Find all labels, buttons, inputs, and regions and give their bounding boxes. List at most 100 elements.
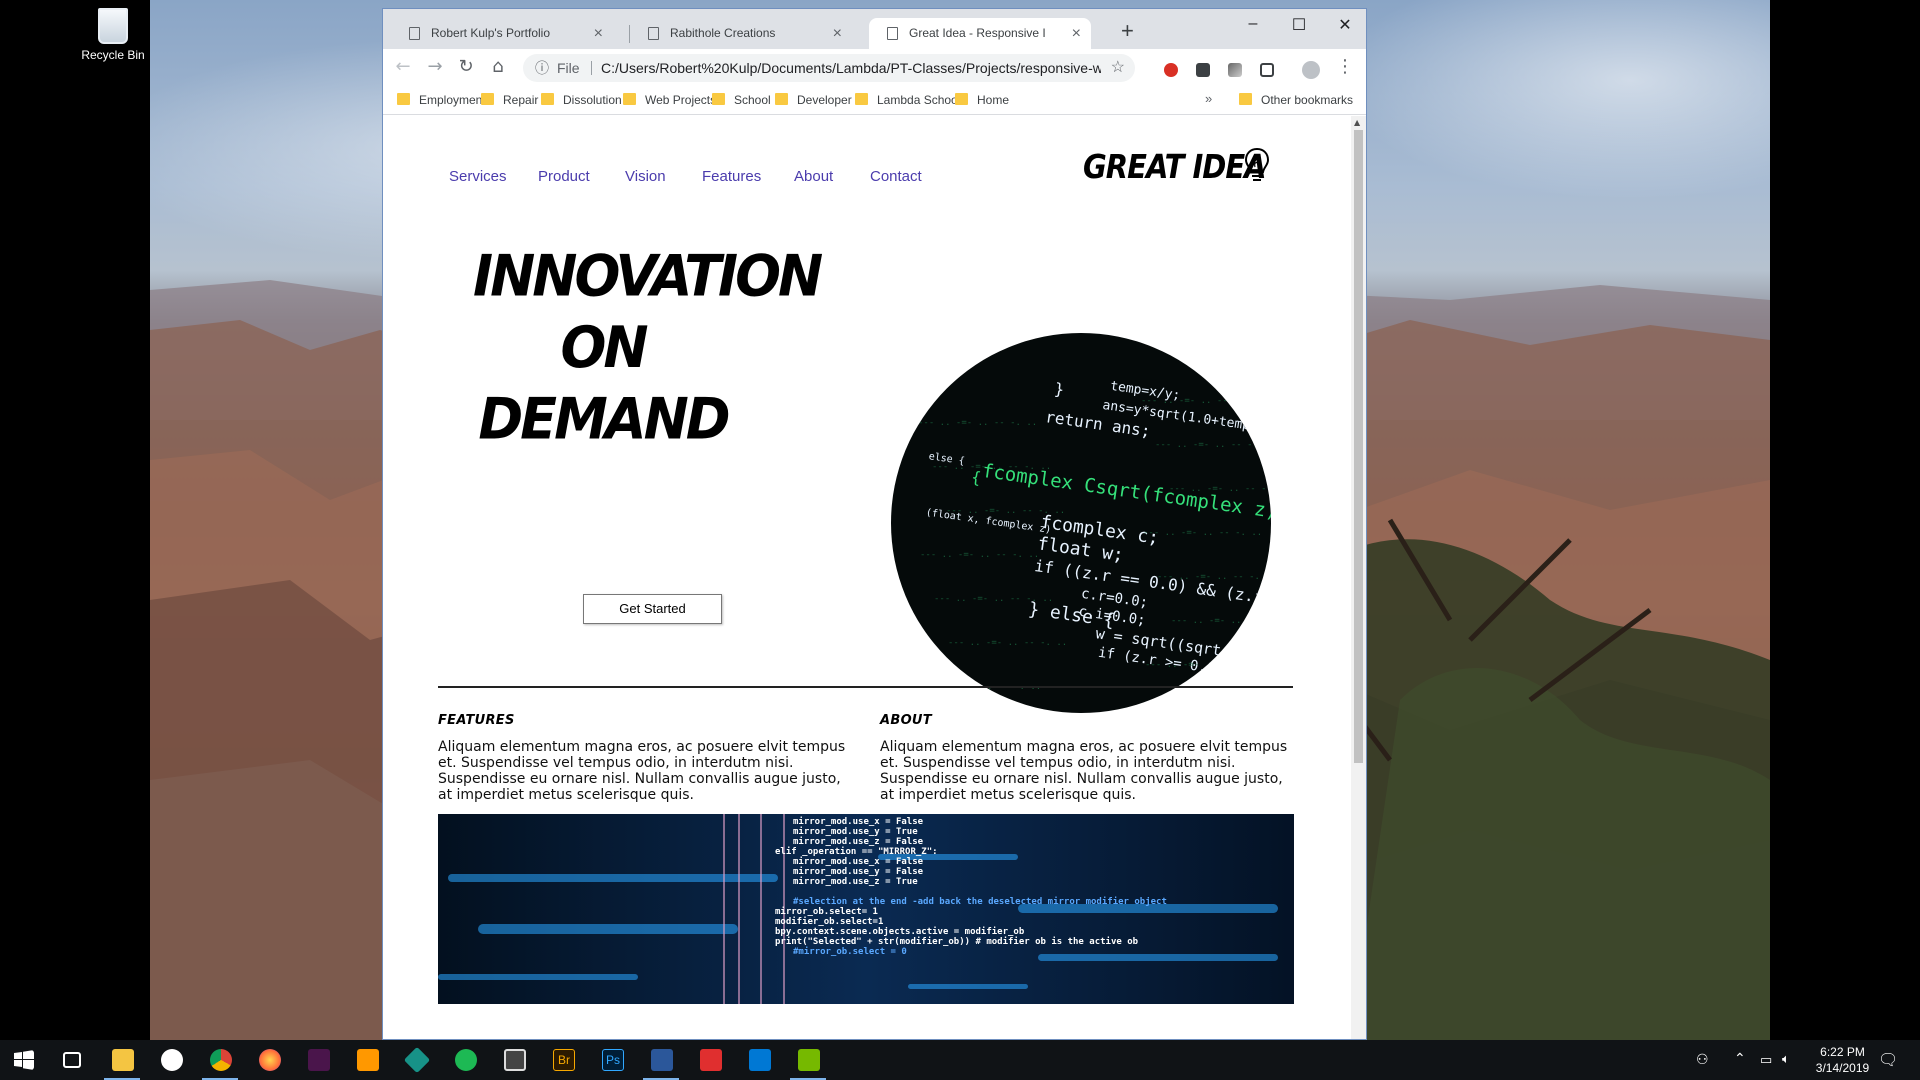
brand-logo[interactable]: GREAT IDEA	[1083, 148, 1267, 186]
code-noise-glyphs: --- .. -=- .. -- -. ..	[1171, 616, 1271, 626]
extension-red-icon[interactable]	[1164, 63, 1178, 77]
back-arrow-icon[interactable]: ←	[391, 55, 415, 79]
clock-time: 6:22 PM	[1820, 1045, 1865, 1059]
folder-icon	[955, 93, 968, 105]
banner-code-line: mirror_mod.use_x = False	[793, 856, 924, 867]
tab-rabithole[interactable]: Rabithole Creations ×	[630, 18, 852, 49]
network-icon[interactable]: ▭	[1760, 1052, 1772, 1080]
tab-close-icon[interactable]: ×	[594, 18, 603, 49]
maximize-button[interactable]: ☐	[1276, 15, 1322, 35]
scrollbar-thumb[interactable]	[1354, 130, 1363, 763]
system-clock[interactable]: 6:22 PM 3/14/2019	[1805, 1044, 1880, 1076]
bookmark-web-projects[interactable]: Web Projects	[623, 93, 716, 107]
hero-code-image: temp=x/y; ans=y*sqrt(1.0+temp*} return ans…	[891, 333, 1271, 713]
nav-services[interactable]: Services	[449, 168, 507, 185]
banner-light-streak	[438, 974, 638, 980]
extension-capture-icon[interactable]	[1260, 63, 1274, 77]
banner-code-line: mirror_mod.use_x = False	[793, 816, 924, 827]
banner-code-line: #mirror_ob.select = 0	[793, 946, 907, 957]
page-icon	[648, 27, 659, 40]
tab-close-icon[interactable]: ×	[1072, 18, 1081, 49]
bookmark-dissolution[interactable]: Dissolution	[541, 93, 622, 107]
minimize-button[interactable]: –	[1230, 15, 1276, 33]
extension-shield-icon[interactable]	[1196, 63, 1210, 77]
nav-features[interactable]: Features	[702, 168, 761, 185]
start-button[interactable]	[0, 1040, 48, 1080]
tab-close-icon[interactable]: ×	[833, 18, 842, 49]
taskbar-bridge[interactable]: Br	[539, 1040, 587, 1080]
forward-arrow-icon[interactable]: →	[423, 55, 447, 79]
features-heading: FEATURES	[438, 713, 515, 728]
nav-vision[interactable]: Vision	[625, 168, 666, 185]
bookmark-employment[interactable]: Employment	[397, 93, 486, 107]
other-bookmarks[interactable]: Other bookmarks	[1239, 93, 1353, 107]
new-tab-button[interactable]: +	[1121, 20, 1134, 42]
scroll-up-icon[interactable]: ▲	[1354, 118, 1360, 127]
taskbar-sublime[interactable]	[343, 1040, 391, 1080]
recycle-bin-shortcut[interactable]: Recycle Bin	[78, 8, 148, 62]
code-noise-glyphs: --- .. -=- .. -- -. ..	[1155, 440, 1271, 450]
tab-title: Rabithole Creations	[670, 26, 776, 40]
task-view-button[interactable]	[48, 1040, 96, 1080]
tab-portfolio[interactable]: Robert Kulp's Portfolio ×	[391, 18, 613, 49]
taskbar-word[interactable]	[637, 1040, 685, 1080]
nav-product[interactable]: Product	[538, 168, 590, 185]
taskbar-outlook[interactable]	[735, 1040, 783, 1080]
taskbar-nvidia[interactable]	[784, 1040, 832, 1080]
taskbar-calculator[interactable]	[490, 1040, 538, 1080]
bookmarks-overflow-button[interactable]: »	[1205, 91, 1212, 106]
code-noise-glyphs: --- .. -=- .. -- -. ..	[948, 638, 1067, 648]
banner-code-line: #selection at the end -add back the dese…	[793, 896, 1167, 907]
banner-code-line: mirror_mod.use_z = False	[793, 836, 924, 847]
home-icon[interactable]: ⌂	[486, 55, 510, 79]
taskbar-slack[interactable]	[294, 1040, 342, 1080]
bookmark-label: Developer	[797, 93, 852, 107]
clock-app-icon	[161, 1049, 183, 1071]
url-text[interactable]: C:/Users/Robert%20Kulp/Documents/Lambda/…	[601, 54, 1101, 82]
taskbar-gitkraken[interactable]	[392, 1040, 440, 1080]
taskbar-photoshop[interactable]: Ps	[588, 1040, 636, 1080]
task-view-icon	[63, 1052, 81, 1068]
bookmark-home[interactable]: Home	[955, 93, 1009, 107]
nav-contact[interactable]: Contact	[870, 168, 922, 185]
tab-great-idea[interactable]: Great Idea - Responsive I ×	[869, 18, 1091, 49]
taskbar-acrobat[interactable]	[686, 1040, 734, 1080]
tab-title: Great Idea - Responsive I	[909, 26, 1046, 40]
profile-avatar-icon[interactable]	[1302, 61, 1320, 79]
show-hidden-icons-chevron-icon[interactable]: ⌃	[1734, 1050, 1746, 1080]
banner-code-line: bpy.context.scene.objects.active = modif…	[775, 926, 1025, 937]
taskbar-spotify[interactable]	[441, 1040, 489, 1080]
bookmark-label: Repair	[503, 93, 539, 107]
about-text: Aliquam elementum magna eros, ac posuere…	[880, 739, 1288, 803]
volume-icon[interactable]: 🔈︎	[1782, 1051, 1790, 1080]
menu-kebab-icon[interactable]: ⋮	[1333, 55, 1357, 79]
nvidia-icon	[798, 1049, 820, 1071]
lightbulb-icon	[1244, 147, 1270, 181]
address-bar[interactable]: ⓘ File C:/Users/Robert%20Kulp/Documents/…	[523, 54, 1135, 82]
banner-code-line: mirror_mod.use_z = True	[793, 876, 918, 887]
reload-icon[interactable]: ↻	[454, 55, 478, 79]
nav-about[interactable]: About	[794, 168, 833, 185]
bookmark-star-icon[interactable]: ☆	[1111, 54, 1125, 82]
bookmark-label: Web Projects	[645, 93, 717, 107]
bookmark-repair[interactable]: Repair	[481, 93, 538, 107]
people-icon[interactable]: ⚇	[1696, 1051, 1709, 1080]
extension-gray-icon[interactable]	[1228, 63, 1242, 77]
bookmarks-bar: Employment Repair Dissolution Web Projec…	[383, 85, 1366, 115]
taskbar-clock-app[interactable]	[147, 1040, 195, 1080]
taskbar-chrome[interactable]	[196, 1040, 244, 1080]
banner-code-line: mirror_mod.use_y = False	[793, 866, 924, 877]
get-started-button[interactable]: Get Started	[583, 594, 722, 624]
site-info-icon[interactable]: ⓘ	[535, 54, 549, 82]
bookmark-lambda-school[interactable]: Lambda School	[855, 93, 960, 107]
bookmark-developer[interactable]: Developer	[775, 93, 852, 107]
action-center-icon[interactable]: 🗨︎	[1878, 1050, 1898, 1080]
taskbar-file-explorer[interactable]	[98, 1040, 146, 1080]
banner-code-line: modifier_ob.select=1	[775, 916, 883, 927]
taskbar-firefox[interactable]	[245, 1040, 293, 1080]
bookmark-school[interactable]: School	[712, 93, 771, 107]
close-window-button[interactable]: ✕	[1322, 15, 1366, 35]
recycle-bin-icon	[98, 8, 128, 44]
page-scrollbar[interactable]: ▲	[1351, 116, 1366, 1039]
windows-logo-icon	[14, 1050, 34, 1070]
